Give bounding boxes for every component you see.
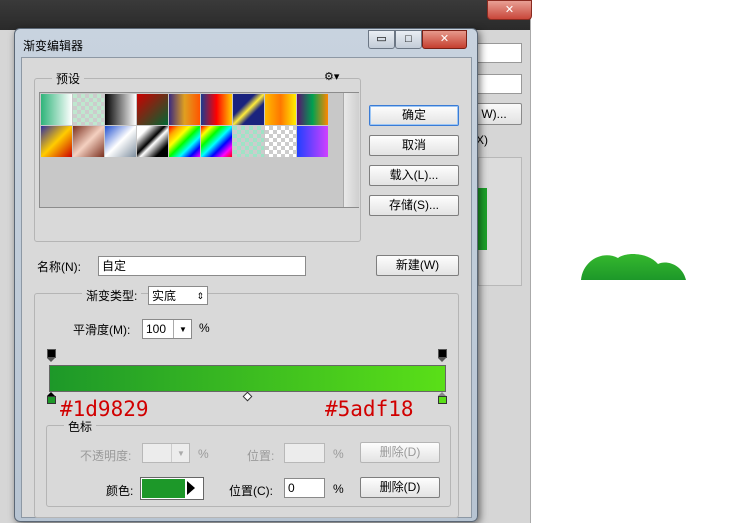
opacity-location-unit: % (333, 447, 344, 461)
maximize-button[interactable]: □ (395, 30, 422, 49)
color-location-unit: % (333, 482, 344, 496)
dialog-body: 预设 ⚙▾ 确定 取消 载入(L)... 存储(S)... 名称(N): 自定 … (21, 57, 472, 518)
dialog-title: 渐变编辑器 (23, 39, 84, 53)
chevron-down-icon[interactable]: ▼ (171, 444, 190, 462)
preset-swatch[interactable] (73, 94, 104, 125)
presets-legend: 预设 (52, 70, 85, 87)
preset-swatch[interactable] (137, 126, 168, 157)
opacity-stop-left[interactable] (47, 349, 56, 362)
new-button[interactable]: 新建(W) (376, 255, 459, 276)
preset-swatch[interactable] (73, 126, 104, 157)
smoothness-label: 平滑度(M): (73, 323, 131, 337)
name-label: 名称(N): (37, 260, 81, 274)
preset-scrollbar[interactable] (343, 93, 359, 207)
preset-swatch[interactable] (169, 94, 200, 125)
preset-swatch[interactable] (297, 126, 328, 157)
delete-opacity-stop-button[interactable]: 删除(D) (360, 442, 440, 463)
close-button[interactable]: ✕ (422, 30, 467, 49)
color-swatch-picker[interactable] (140, 477, 204, 500)
preset-swatch[interactable] (297, 94, 328, 125)
opacity-location-input[interactable] (284, 443, 325, 463)
gradient-type-select[interactable]: 实底 ⇕ (148, 286, 208, 305)
gear-icon[interactable]: ⚙▾ (324, 70, 339, 83)
color-location-label: 位置(C): (229, 484, 273, 498)
preset-swatch[interactable] (105, 126, 136, 157)
preset-swatch[interactable] (137, 94, 168, 125)
opacity-location-label: 位置: (247, 449, 275, 463)
opacity-input[interactable]: ▼ (142, 443, 190, 463)
stops-legend: 色标 (64, 418, 97, 435)
preset-swatch[interactable] (265, 94, 296, 125)
save-button[interactable]: 存储(S)... (369, 195, 459, 216)
smoothness-unit: % (199, 321, 210, 335)
ok-button[interactable]: 确定 (369, 105, 459, 126)
gradient-type-label: 渐变类型: (82, 287, 142, 304)
updown-icon: ⇕ (196, 291, 204, 301)
color-stop-right[interactable] (438, 392, 447, 404)
opacity-label: 不透明度: (80, 449, 132, 463)
end-color-hex-label: #5adf18 (325, 397, 414, 421)
opacity-unit: % (198, 447, 209, 461)
opacity-stop-right[interactable] (438, 349, 447, 362)
load-button[interactable]: 载入(L)... (369, 165, 459, 186)
preset-swatch[interactable] (233, 94, 264, 125)
smoothness-value: 100 (146, 322, 167, 336)
green-shape-preview (581, 254, 686, 280)
background-titlebar (0, 0, 530, 30)
cancel-button[interactable]: 取消 (369, 135, 459, 156)
name-input[interactable]: 自定 (98, 256, 306, 276)
color-swatch (142, 479, 185, 498)
gradient-bar[interactable] (49, 365, 446, 392)
preset-swatch-list[interactable] (39, 92, 359, 208)
preset-swatch[interactable] (169, 126, 200, 157)
preset-swatch[interactable] (105, 94, 136, 125)
color-location-input[interactable]: 0 (284, 478, 325, 498)
minimize-button[interactable]: ▭ (368, 30, 395, 49)
smoothness-input[interactable]: 100 ▼ (142, 319, 192, 339)
color-stop-left[interactable] (47, 392, 56, 404)
preset-swatch[interactable] (201, 94, 232, 125)
color-label: 颜色: (106, 484, 134, 498)
delete-color-stop-button[interactable]: 删除(D) (360, 477, 440, 498)
preset-swatch[interactable] (41, 126, 72, 157)
gradient-type-value: 实底 (152, 289, 177, 303)
preset-swatch[interactable] (41, 94, 72, 125)
background-close-button[interactable]: ✕ (487, 0, 532, 20)
gradient-editor-dialog: 渐变编辑器 ▭ □ ✕ 预设 ⚙▾ 确定 取消 载入(L)... 存储(S)..… (14, 28, 478, 522)
chevron-down-icon[interactable]: ▼ (173, 320, 192, 338)
preset-swatch[interactable] (201, 126, 232, 157)
preset-swatch[interactable] (265, 126, 296, 157)
preset-swatch[interactable] (233, 126, 264, 157)
play-arrow-icon[interactable] (187, 481, 195, 495)
